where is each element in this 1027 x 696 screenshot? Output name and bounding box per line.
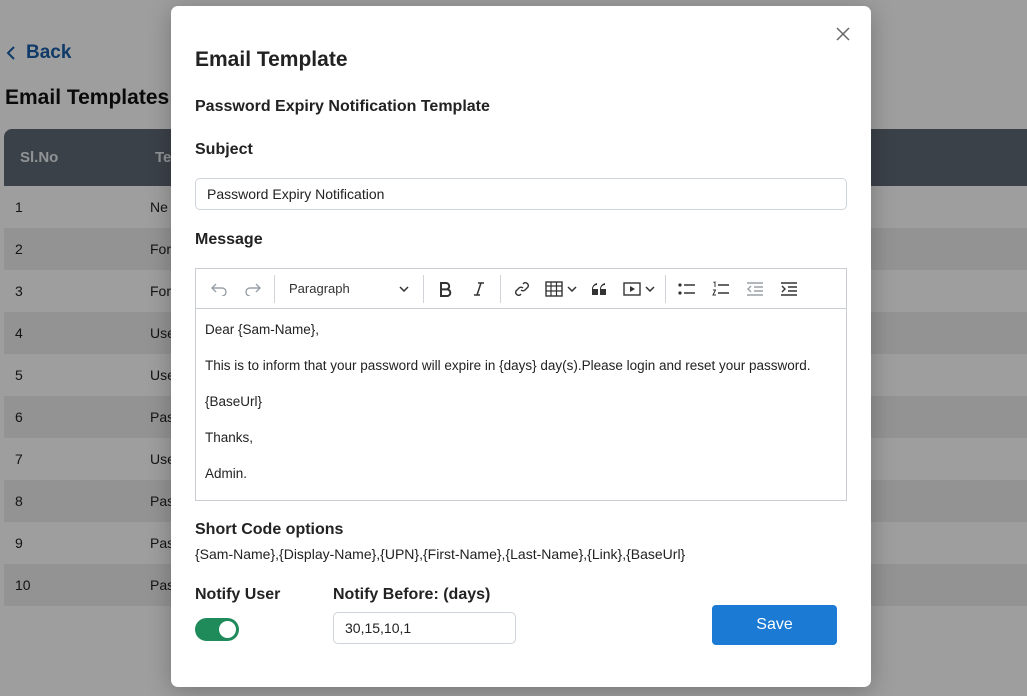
- template-name: Password Expiry Notification Template: [195, 98, 490, 115]
- short-code-title: Short Code options: [195, 521, 344, 538]
- editor-toolbar: Paragraph: [196, 269, 846, 309]
- editor-content[interactable]: Dear {Sam-Name}, This is to inform that …: [196, 309, 846, 513]
- toolbar-separator: [423, 274, 424, 303]
- numbered-list-button[interactable]: [704, 273, 738, 305]
- numbered-list-icon: [712, 280, 729, 295]
- chevron-down-icon: [645, 285, 655, 292]
- notify-user-toggle[interactable]: [195, 618, 239, 641]
- undo-button[interactable]: [202, 273, 236, 305]
- message-label: Message: [195, 231, 263, 248]
- redo-button[interactable]: [236, 273, 270, 305]
- toggle-knob: [219, 621, 236, 638]
- outdent-icon: [747, 281, 763, 296]
- message-line: Thanks,: [205, 430, 254, 445]
- bold-button[interactable]: [428, 273, 462, 305]
- media-icon: [623, 281, 641, 296]
- chevron-down-icon: [567, 285, 577, 292]
- block-format-dropdown[interactable]: Paragraph: [279, 273, 419, 305]
- close-icon[interactable]: [835, 26, 851, 42]
- subject-input[interactable]: [195, 178, 847, 210]
- indent-button[interactable]: [772, 273, 806, 305]
- subject-label: Subject: [195, 141, 253, 158]
- indent-icon: [781, 281, 797, 296]
- link-button[interactable]: [505, 273, 539, 305]
- insert-media-button[interactable]: [617, 273, 661, 305]
- email-template-modal: Email Template Password Expiry Notificat…: [171, 6, 871, 687]
- toolbar-separator: [665, 274, 666, 303]
- table-icon: [545, 280, 563, 297]
- message-line: Dear {Sam-Name},: [205, 322, 320, 337]
- message-line: This is to inform that your password wil…: [205, 358, 811, 373]
- outdent-button[interactable]: [738, 273, 772, 305]
- save-button[interactable]: Save: [712, 605, 837, 645]
- block-format-value: Paragraph: [289, 281, 350, 296]
- message-editor: Paragraph Dear {Sam-Name}, This is to in…: [195, 268, 847, 501]
- notify-user-label: Notify User: [195, 586, 281, 603]
- italic-button[interactable]: [462, 273, 496, 305]
- toolbar-separator: [500, 274, 501, 303]
- bold-icon: [440, 281, 452, 297]
- redo-icon: [245, 283, 261, 296]
- bulleted-list-icon: [678, 282, 695, 295]
- toolbar-separator: [274, 274, 275, 303]
- notify-before-input[interactable]: [333, 612, 516, 644]
- bulleted-list-button[interactable]: [670, 273, 704, 305]
- chevron-down-icon: [399, 285, 409, 292]
- blockquote-button[interactable]: [583, 273, 617, 305]
- undo-icon: [211, 283, 227, 296]
- blockquote-icon: [592, 282, 606, 295]
- message-line: Admin.: [205, 466, 248, 481]
- italic-icon: [474, 281, 484, 296]
- short-code-list: {Sam-Name},{Display-Name},{UPN},{First-N…: [195, 546, 686, 562]
- link-icon: [515, 281, 529, 296]
- insert-table-button[interactable]: [539, 273, 583, 305]
- modal-title: Email Template: [195, 48, 348, 71]
- message-line: {BaseUrl}: [205, 394, 263, 409]
- notify-before-label: Notify Before: (days): [333, 586, 491, 603]
